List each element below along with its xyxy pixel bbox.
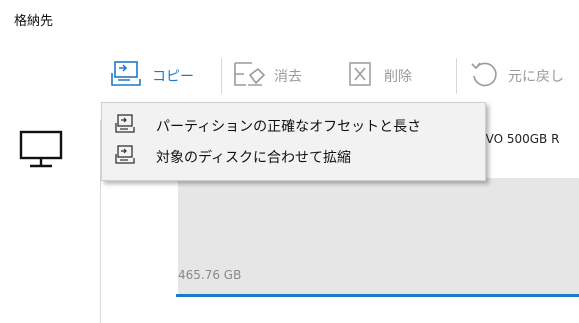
menu-item-label: 対象のディスクに合わせて拡縮	[156, 150, 352, 166]
copy-options-menu: パーティションの正確なオフセットと長さ 対象のディスクに合わせて拡縮	[101, 102, 486, 181]
undo-label: 元に戻し	[508, 69, 564, 85]
delete-button[interactable]: 削除	[348, 56, 412, 96]
copy-partition-icon	[102, 113, 138, 139]
menu-item-exact-offset[interactable]: パーティションの正確なオフセットと長さ	[102, 110, 485, 142]
monitor-icon	[18, 128, 68, 172]
undo-button[interactable]: 元に戻し	[470, 56, 564, 96]
partition-usage-bar	[176, 294, 579, 297]
erase-label: 消去	[274, 69, 302, 85]
copy-icon	[110, 59, 146, 93]
copy-button[interactable]: コピー	[110, 56, 194, 96]
undo-icon	[470, 59, 500, 93]
partition-size-label: 465.76 GB	[178, 268, 242, 282]
section-title: 格納先	[14, 14, 54, 29]
toolbar-separator	[456, 58, 457, 94]
delete-label: 削除	[384, 69, 412, 85]
eraser-icon	[232, 59, 266, 93]
disk-model-label: EVO 500GB R	[478, 132, 560, 146]
copy-resize-icon	[102, 144, 138, 170]
toolbar-separator	[221, 58, 222, 94]
delete-box-icon	[348, 60, 372, 92]
erase-button[interactable]: 消去	[232, 56, 302, 96]
toolbar: コピー 消去 削除 元に戻し	[100, 56, 579, 100]
clone-target-page: 格納先 コピー 消去 削除 元に戻し EVO 500GB R 465.76 GB…	[0, 0, 579, 323]
menu-item-label: パーティションの正確なオフセットと長さ	[156, 119, 422, 135]
menu-item-fit-to-disk[interactable]: 対象のディスクに合わせて拡縮	[102, 141, 485, 173]
copy-label: コピー	[152, 69, 194, 85]
